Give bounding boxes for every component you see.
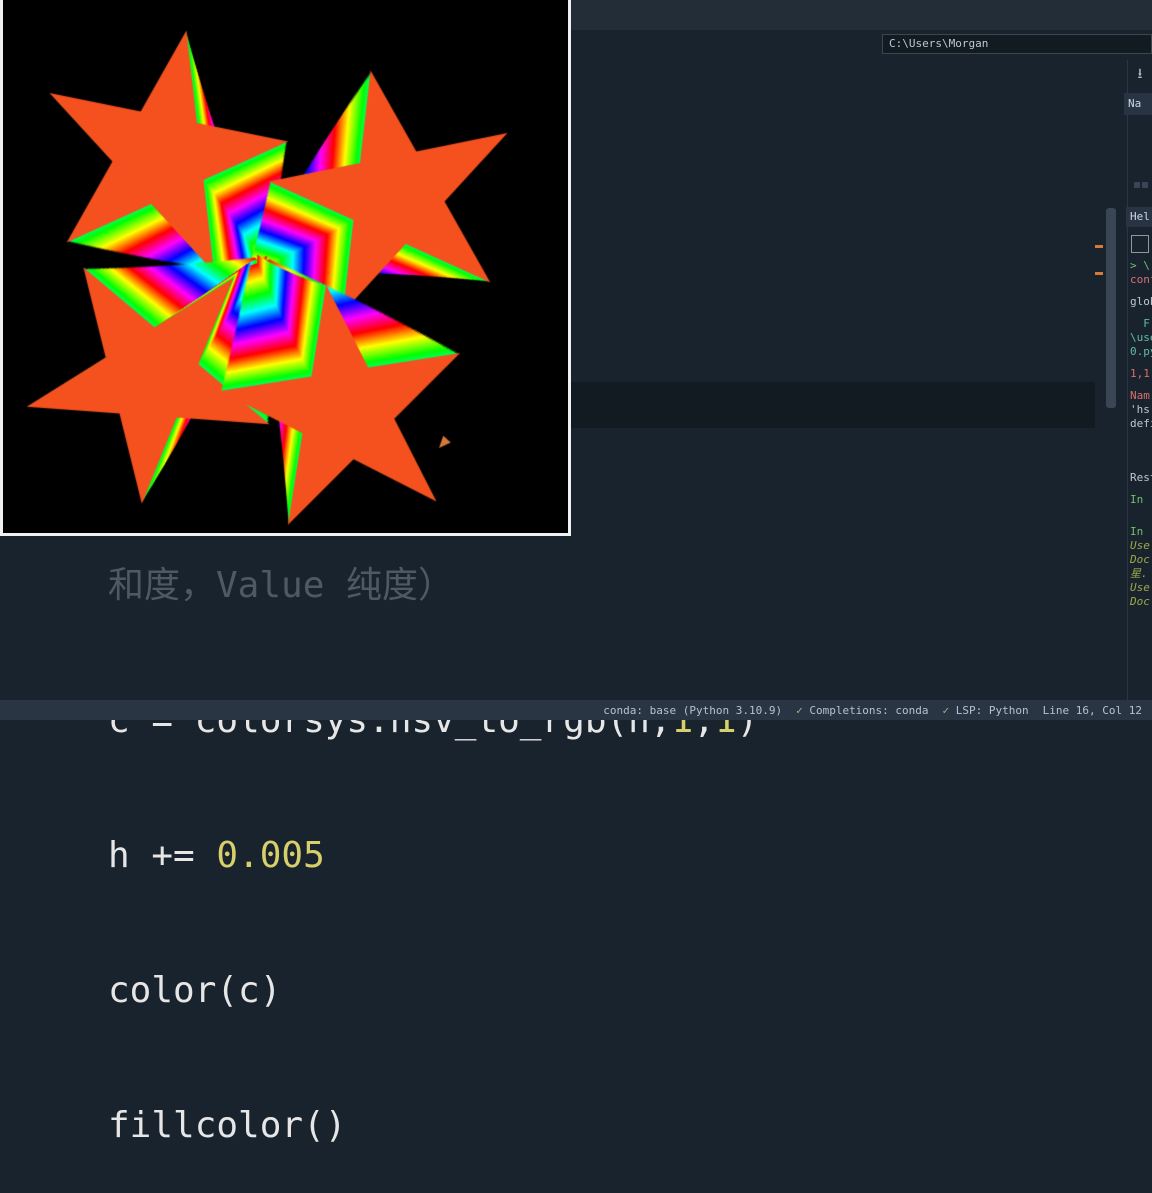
status-bar: conda: base (Python 3.10.9) Completions:…: [0, 700, 1152, 720]
console-options-icon[interactable]: [1131, 235, 1149, 253]
turtle-canvas: [3, 0, 568, 533]
status-cursor: Line 16, Col 12: [1043, 704, 1142, 717]
minimap-mark: [1095, 245, 1103, 248]
title-bar-fragment: [571, 0, 1152, 30]
mini-scroll-dots: [1130, 182, 1152, 194]
editor-scrollbar[interactable]: [1106, 118, 1116, 678]
download-icon[interactable]: ⭳: [1131, 65, 1149, 83]
status-completions[interactable]: Completions: conda: [796, 704, 928, 717]
console-fragment[interactable]: > \ conf glob F \use 0.py 1,1 Nam 'hs' d…: [1130, 235, 1152, 655]
turtle-window[interactable]: [0, 0, 571, 536]
minimap-mark: [1095, 272, 1103, 275]
variable-explorer-header[interactable]: Na: [1124, 93, 1152, 115]
code-editor[interactable]: 和度，Value 纯度） c = colorsys.hsv_to_rgb(h,1…: [108, 473, 758, 1193]
status-env[interactable]: conda: base (Python 3.10.9): [603, 704, 782, 717]
status-lsp[interactable]: LSP: Python: [943, 704, 1029, 717]
help-tab[interactable]: Hel: [1126, 207, 1152, 227]
code-comment: 和度，Value 纯度）: [108, 565, 454, 606]
working-dir-field[interactable]: C:\Users\Morgan: [882, 34, 1152, 54]
